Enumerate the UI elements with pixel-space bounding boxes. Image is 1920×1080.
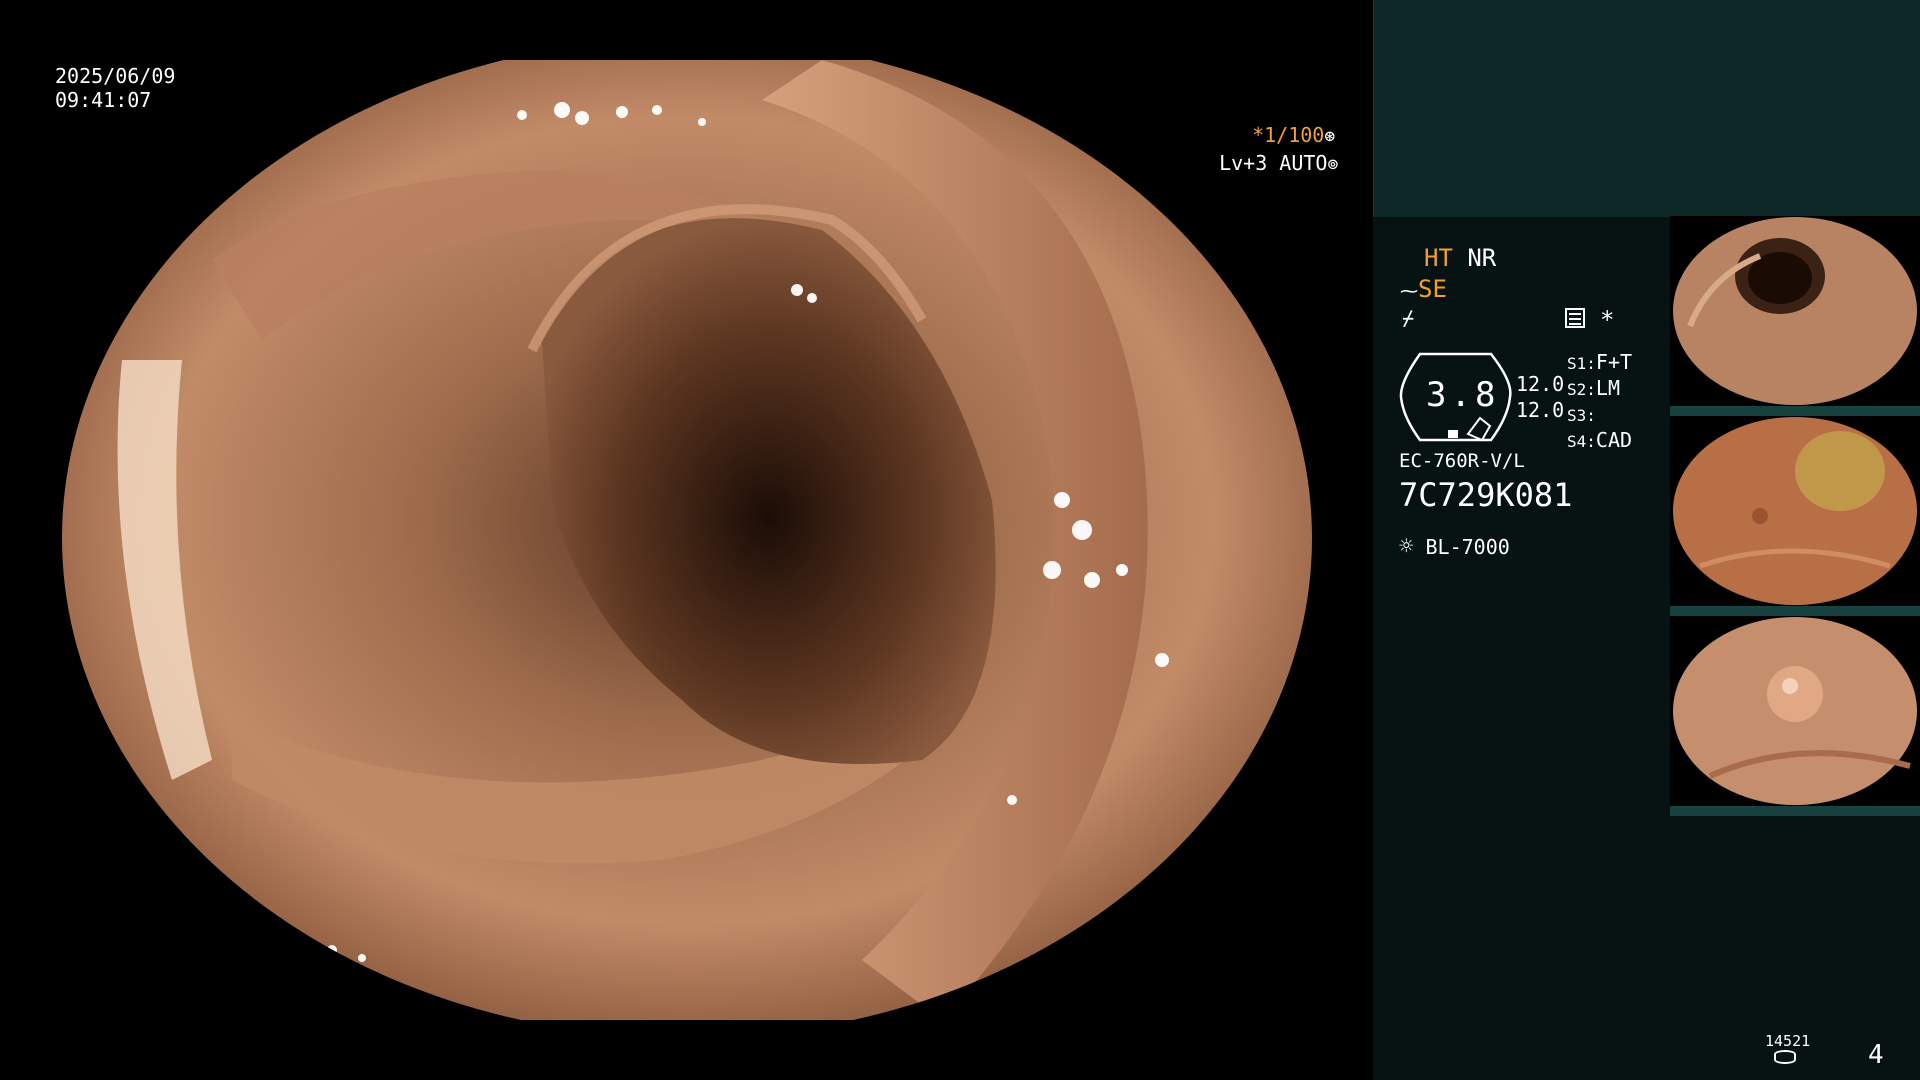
thumbnail-polyp[interactable] (1670, 616, 1920, 806)
scope-model: EC-760R-V/L (1399, 450, 1525, 472)
nr-label: NR (1467, 244, 1497, 272)
brightness-level-value: Lv+3 AUTO (1219, 151, 1328, 175)
page-number: 4 (1868, 1040, 1884, 1070)
thumbnail-lumen-image (1670, 216, 1920, 406)
thumbnail-bar-1 (1670, 406, 1920, 416)
light-icon: ☼ (1399, 532, 1414, 560)
exam-date: 2025/06/09 (55, 64, 176, 88)
info-panel-header (1373, 0, 1920, 217)
s4-value: CAD (1595, 428, 1633, 452)
value-1: 12.0 (1516, 372, 1565, 396)
thumbnail-mucosa-debris[interactable] (1670, 416, 1920, 606)
endoscope-view (62, 60, 1312, 1020)
s1-value: F+T (1595, 350, 1633, 374)
switch-s2: S2:LM (1567, 376, 1632, 402)
se-indicator: ⁓SE (1400, 275, 1447, 303)
scope-serial: 7C729K081 (1399, 476, 1573, 514)
brightness-level: Lv+3 AUTO⊚ (1195, 127, 1338, 177)
s4-label: S4: (1567, 432, 1596, 451)
value-2: 12.0 (1516, 398, 1565, 422)
s2-label: S2: (1567, 380, 1596, 399)
s3-label: S3: (1567, 406, 1596, 425)
switch-s3: S3: (1567, 402, 1632, 428)
exam-time: 09:41:07 (55, 88, 152, 112)
switch-s4: S4:CAD (1567, 428, 1632, 454)
s2-value: LM (1595, 376, 1620, 400)
storage-icon (1774, 1050, 1796, 1064)
switch-settings: S1:F+T S2:LM S3: S4:CAD (1567, 350, 1632, 454)
ht-label: HT (1424, 244, 1453, 272)
thumbnail-polyp-image (1670, 616, 1920, 806)
color-enhance-icon: ⌿ (1402, 306, 1415, 330)
iris-mode-icon: ⊚ (1327, 154, 1339, 175)
asterisk-indicator: * (1600, 306, 1615, 334)
list-icon (1565, 308, 1585, 328)
thumbnail-bar-3 (1670, 806, 1920, 816)
structure-enhance-icon: ⁓ (1400, 281, 1418, 302)
colon-image (62, 60, 1312, 1020)
switch-s1: S1:F+T (1567, 350, 1632, 376)
thumbnail-lumen[interactable] (1670, 216, 1920, 406)
se-label: SE (1418, 275, 1447, 303)
ht-indicator: HT NR (1424, 244, 1496, 272)
image-count: 14521 (1765, 1032, 1811, 1050)
s1-label: S1: (1567, 354, 1596, 373)
light-source-label: BL-7000 (1425, 535, 1510, 559)
thumbnail-mucosa-image (1670, 416, 1920, 606)
light-source: ☼ BL-7000 (1399, 532, 1510, 560)
zoom-value: 3.8 (1426, 375, 1500, 415)
thumbnail-bar-2 (1670, 606, 1920, 616)
